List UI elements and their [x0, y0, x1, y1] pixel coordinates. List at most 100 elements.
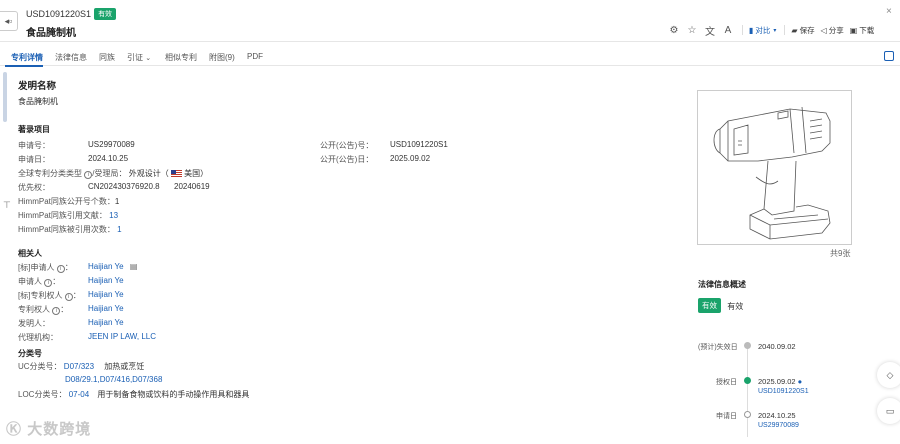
timeline-dot	[744, 377, 751, 384]
tag-button[interactable]: ◇	[877, 362, 900, 388]
compare-icon: ▮	[749, 25, 754, 35]
patent-number: USD1091220S1 有效	[26, 8, 117, 20]
legal-title: 法律信息概述	[698, 280, 746, 289]
timeline-date: 2025.09.02 ●	[758, 377, 803, 386]
timeline-link[interactable]: USD1091220S1	[758, 388, 809, 395]
chat-button[interactable]: ▭	[877, 398, 900, 424]
chat-icon: ▭	[885, 405, 895, 416]
chevron-down-icon: ⌄	[145, 55, 152, 62]
agency-label: 代理机构：	[18, 333, 58, 342]
info-icon[interactable]: i	[56, 265, 65, 273]
star-icon[interactable]: ☆	[686, 25, 698, 36]
pub-date: 2025.09.02	[390, 154, 431, 163]
family-cited-row: HimmPat同族被引用次数： 1	[18, 225, 122, 234]
classification-title: 分类号	[18, 349, 42, 358]
arrow-left-icon: ◂▫	[4, 15, 13, 26]
tab-drawings[interactable]: 附图(9)	[209, 52, 235, 63]
application-no-label: 申请号：	[18, 141, 50, 150]
image-count: 共9张	[830, 249, 851, 258]
owner[interactable]: Haijian Ye	[88, 304, 124, 313]
watermark: Ⓚ 大数跨境	[6, 421, 92, 438]
timeline-line	[747, 345, 748, 437]
std-applicant-label: [标]申请人 i：	[18, 263, 73, 273]
compare-button[interactable]: ▮ 对比 ▾	[749, 25, 776, 36]
toolbar-divider	[784, 25, 786, 35]
owner-label: 专利权人 i：	[18, 305, 69, 315]
std-applicant: Haijian Ye ▤	[88, 262, 138, 271]
application-date-label: 申请日：	[18, 155, 50, 164]
applicant-label: 申请人 i：	[18, 277, 61, 287]
family-cite-row: HimmPat同族引用文献： 13	[18, 211, 119, 220]
inventor[interactable]: Haijian Ye	[88, 318, 124, 327]
applicant[interactable]: Haijian Ye	[88, 276, 124, 285]
info-icon[interactable]: i	[44, 279, 53, 287]
std-owner[interactable]: Haijian Ye	[88, 290, 124, 299]
tab-patent-detail[interactable]: 专利详情	[11, 52, 43, 63]
biblio-title: 著录项目	[18, 125, 50, 134]
patent-type-row: 全球专利分类类型 i/受理局： 外观设计（ 美国）	[18, 169, 209, 179]
section-indicator	[3, 72, 7, 122]
expand-icon[interactable]	[884, 51, 894, 61]
timeline-label: (预计)失效日	[698, 344, 738, 351]
priority-no: CN202430376920.8	[88, 182, 160, 191]
agency[interactable]: JEEN IP LAW, LLC	[88, 332, 156, 341]
status-badge: 有效	[94, 8, 117, 20]
inventor-label: 发明人：	[18, 319, 50, 328]
timeline-date: 2040.09.02	[758, 342, 796, 351]
folder-icon: ▰	[791, 25, 798, 35]
timeline-label: 授权日	[716, 379, 737, 386]
location-pin-icon: ●	[797, 377, 803, 386]
tab-citation[interactable]: 引证 ⌄	[127, 52, 151, 63]
tab-family[interactable]: 同族	[99, 52, 115, 63]
tab-similar[interactable]: 相似专利	[165, 52, 197, 63]
share-button[interactable]: ◁ 分享	[821, 25, 844, 36]
download-button[interactable]: ▣ 下载	[850, 25, 875, 36]
std-owner-label: [标]专利权人 i：	[18, 291, 81, 301]
save-button[interactable]: ▰ 保存	[791, 25, 814, 36]
uc-row: UC分类号： D07/323 加热或烹饪	[18, 362, 145, 371]
info-icon[interactable]: i	[64, 293, 73, 301]
page-title: 食品腌制机	[26, 28, 76, 39]
related-title: 相关人	[18, 249, 42, 258]
us-flag-icon	[170, 170, 182, 177]
toolbar-divider	[742, 25, 743, 35]
chevron-down-icon: ▾	[773, 27, 777, 34]
legal-status-badge: 有效	[698, 298, 721, 313]
pub-no: USD1091220S1	[390, 140, 448, 149]
tag-icon: ◇	[886, 369, 894, 380]
tab-bar: 专利详情 法律信息 同族 引证 ⌄ 相似专利 附图(9) PDF	[0, 48, 900, 67]
active-tab-indicator	[5, 65, 43, 67]
loc-row: LOC分类号： 07-04 用于制备食物或饮料的手动操作用具和器具	[18, 390, 250, 399]
share-icon: ◁	[820, 25, 827, 35]
application-date: 2024.10.25	[88, 154, 129, 163]
settings-icon[interactable]: ⚙	[668, 25, 680, 36]
country: 美国	[184, 169, 201, 178]
timeline-label: 申请日	[716, 413, 737, 420]
toolbar: ⚙ ☆ 文 A ▮ 对比 ▾ ▰ 保存 ◁ 分享 ▣ 下载	[668, 23, 880, 38]
close-icon[interactable]: ×	[886, 6, 892, 17]
pin-icon[interactable]: ⊤	[3, 200, 11, 211]
info-icon[interactable]: i	[52, 307, 61, 315]
timeline-dot	[744, 342, 751, 349]
pub-no-label: 公开(公告)号：	[320, 141, 374, 150]
document-icon[interactable]: ▤	[130, 262, 138, 271]
timeline-link[interactable]: US29970089	[758, 422, 799, 429]
download-icon: ▣	[849, 25, 858, 35]
timeline-date: 2024.10.25	[758, 411, 796, 420]
drawing-image	[713, 106, 831, 240]
tab-legal-info[interactable]: 法律信息	[55, 52, 87, 63]
watermark-logo-icon: Ⓚ	[6, 421, 23, 438]
timeline-dot	[744, 411, 751, 418]
application-no: US29970089	[88, 140, 135, 149]
family-pub-row: HimmPat同族公开号个数：1	[18, 197, 120, 206]
collapse-button[interactable]: ◂▫	[0, 11, 18, 31]
uc-more[interactable]: D08/29.1,D07/416,D07/368	[65, 375, 162, 384]
tab-pdf[interactable]: PDF	[247, 52, 263, 61]
patent-header: ◂▫ USD1091220S1 有效 食品腌制机 × ⚙ ☆ 文 A ▮ 对比 ▾ ▰…	[0, 0, 900, 42]
invention-section-title: 发明名称	[18, 81, 57, 92]
translate-icon[interactable]: 文	[704, 23, 716, 38]
patent-drawing[interactable]	[697, 90, 852, 245]
priority-date: 20240619	[174, 182, 210, 191]
legal-status-row: 有效 有效	[698, 298, 743, 313]
font-size-icon[interactable]: A	[722, 25, 734, 36]
